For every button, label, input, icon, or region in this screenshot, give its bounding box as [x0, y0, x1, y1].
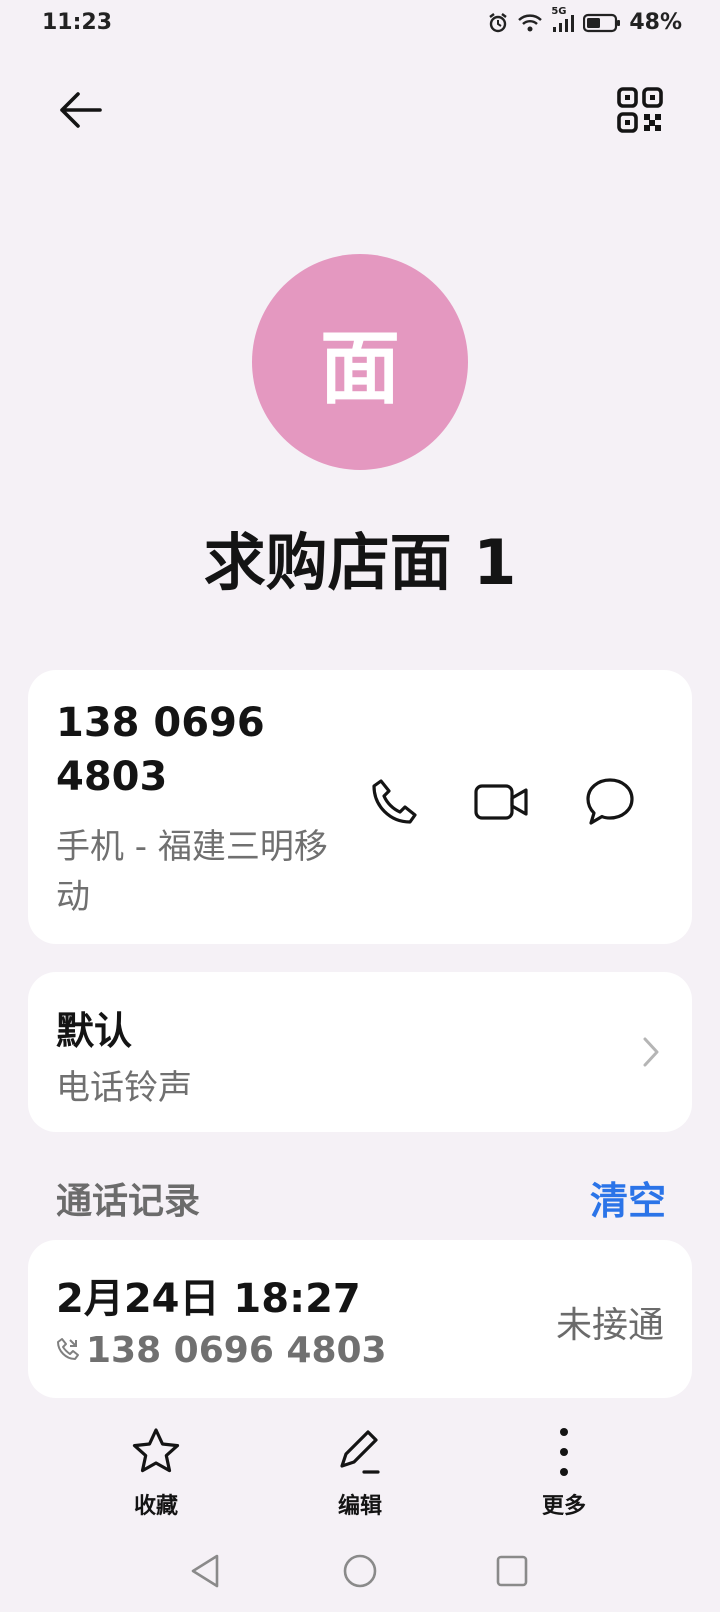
arrow-left-icon	[56, 86, 104, 138]
qr-code-button[interactable]	[612, 84, 668, 140]
ringtone-card[interactable]: 默认 电话铃声	[28, 972, 692, 1132]
ringtone-label: 电话铃声	[56, 1068, 192, 1108]
ringtone-value: 默认	[56, 1009, 133, 1053]
phone-icon	[367, 775, 421, 833]
nav-recents-button[interactable]	[482, 1548, 542, 1598]
message-icon	[583, 775, 637, 833]
favorite-button[interactable]: 收藏	[96, 1422, 216, 1520]
call-log-title: 通话记录	[56, 1181, 201, 1222]
missed-call-icon	[56, 1337, 80, 1365]
signal-icon: 5G	[551, 6, 575, 34]
nav-home-button[interactable]	[330, 1548, 390, 1598]
status-icons: 5G 48%	[487, 6, 682, 35]
avatar-initial: 面	[320, 322, 400, 415]
video-call-button[interactable]	[470, 772, 534, 836]
chevron-right-icon	[636, 1030, 666, 1074]
qr-code-icon	[616, 86, 664, 138]
favorite-label: 收藏	[133, 1494, 178, 1519]
call-number-row: 138 0696 4803	[56, 1330, 387, 1371]
status-bar: 11:23 5G 48%	[0, 0, 720, 48]
video-call-icon	[474, 782, 530, 826]
contact-name: 求购店面 1	[203, 526, 517, 599]
phone-number: 138 0696 4803	[56, 700, 265, 800]
call-button[interactable]	[362, 772, 426, 836]
call-log-entry[interactable]: 2月24日 18:27 138 0696 4803 未接通	[28, 1240, 692, 1398]
clear-call-log-button[interactable]: 清空	[590, 1170, 666, 1225]
wifi-icon	[517, 12, 543, 34]
edit-button[interactable]: 编辑	[300, 1422, 420, 1520]
phone-label: 手机 - 福建三明移动	[56, 827, 328, 917]
battery-icon	[583, 12, 621, 34]
triangle-back-icon	[189, 1553, 223, 1593]
message-button[interactable]	[578, 772, 642, 836]
square-recents-icon	[495, 1554, 529, 1592]
call-datetime: 2月24日 18:27	[56, 1276, 361, 1322]
more-vertical-icon	[558, 1422, 570, 1482]
pencil-icon	[334, 1422, 386, 1482]
circle-home-icon	[342, 1553, 378, 1593]
nav-back-button[interactable]	[176, 1548, 236, 1598]
network-type: 5G	[551, 5, 567, 17]
back-button[interactable]	[52, 84, 108, 140]
status-time: 11:23	[42, 10, 113, 35]
more-button[interactable]: 更多	[504, 1422, 624, 1520]
call-number: 138 0696 4803	[86, 1330, 387, 1371]
call-status: 未接通	[555, 1305, 664, 1346]
battery-percent: 48%	[629, 10, 682, 35]
alarm-icon	[487, 12, 509, 34]
avatar[interactable]: 面	[252, 254, 468, 470]
edit-label: 编辑	[337, 1494, 382, 1519]
star-icon	[130, 1422, 182, 1482]
more-label: 更多	[541, 1494, 586, 1519]
